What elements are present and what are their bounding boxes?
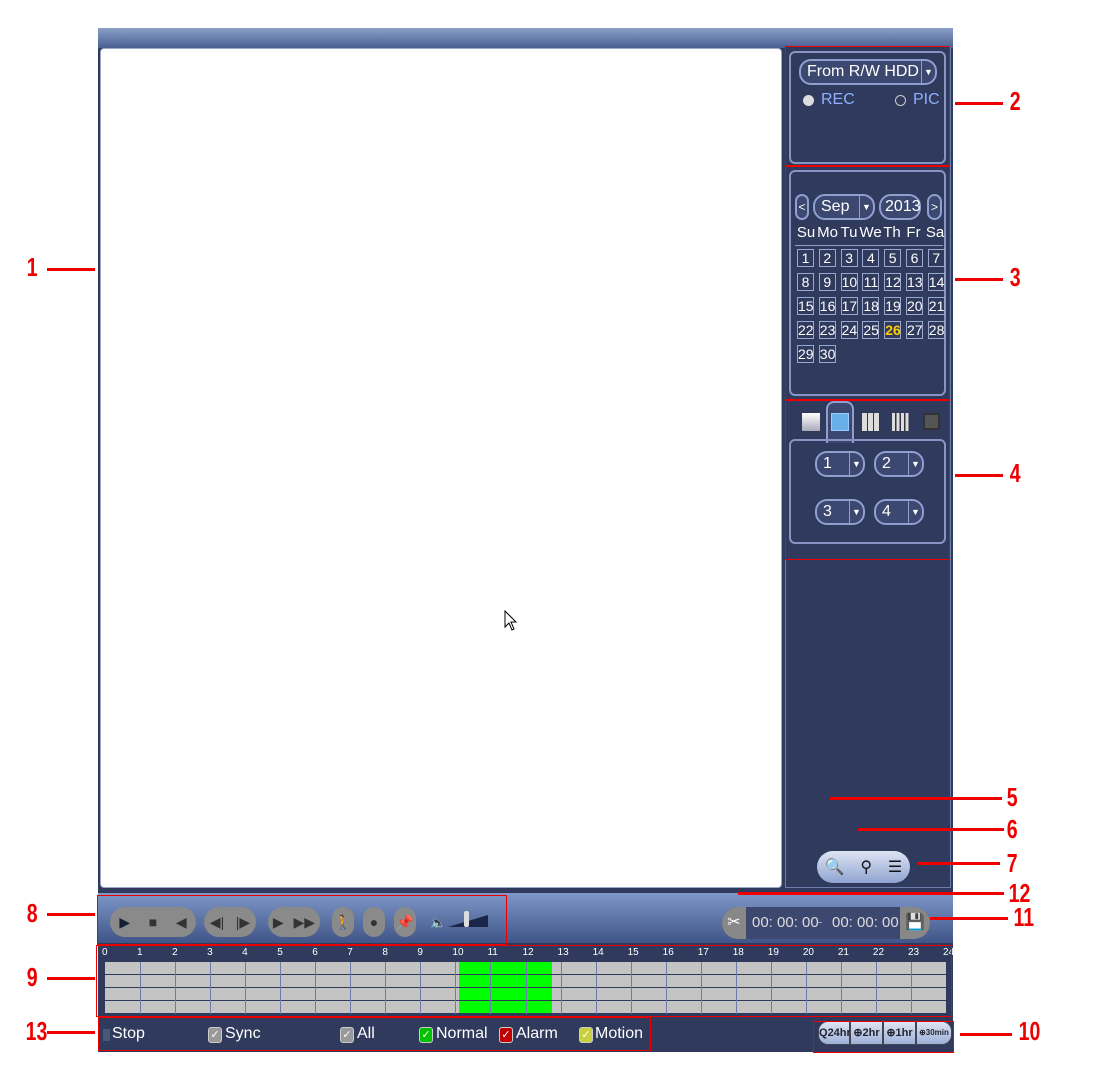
callout-line bbox=[47, 1031, 95, 1034]
smart-search-icon[interactable]: ⚲ bbox=[860, 857, 872, 877]
search-icon[interactable]: 🔍 bbox=[825, 857, 845, 877]
clip-icon[interactable]: ✂ bbox=[722, 907, 746, 939]
clip-end: 00: 00: 00 bbox=[832, 914, 899, 931]
callout-number: 7 bbox=[1006, 848, 1018, 878]
callout-number: 2 bbox=[1009, 86, 1021, 116]
callout-line bbox=[955, 474, 1003, 477]
highlight-13 bbox=[98, 1017, 651, 1051]
clip-start: 00: 00: 00 bbox=[752, 914, 819, 931]
callout-line bbox=[918, 862, 1000, 865]
callout-line bbox=[930, 917, 1008, 920]
callout-number: 4 bbox=[1009, 458, 1021, 488]
callout-number: 8 bbox=[26, 898, 38, 928]
highlight-3 bbox=[785, 166, 950, 400]
cursor-icon bbox=[504, 610, 518, 631]
clip-sep: - bbox=[818, 914, 823, 929]
file-list-icon[interactable]: ☰ bbox=[888, 857, 902, 877]
callout-number: 3 bbox=[1009, 262, 1021, 292]
callout-number: 13 bbox=[25, 1016, 48, 1046]
callout-number: 9 bbox=[26, 962, 38, 992]
callout-line bbox=[858, 828, 1004, 831]
highlight-9 bbox=[96, 945, 952, 1017]
callout-number: 5 bbox=[1006, 782, 1018, 812]
callout-line bbox=[47, 913, 95, 916]
highlight-8 bbox=[97, 895, 507, 945]
callout-line bbox=[955, 278, 1003, 281]
clip-bar: ✂ 00: 00: 00 - 00: 00: 00 💾 bbox=[722, 907, 930, 939]
callout-number: 10 bbox=[1018, 1016, 1041, 1046]
callout-line bbox=[47, 977, 95, 980]
callout-line bbox=[830, 797, 1002, 800]
callout-number: 12 bbox=[1008, 878, 1031, 908]
highlight-2 bbox=[785, 46, 950, 166]
callout-line bbox=[955, 102, 1003, 105]
title-bar bbox=[98, 28, 953, 48]
callout-number: 1 bbox=[26, 252, 38, 282]
video-area[interactable] bbox=[100, 48, 782, 888]
callout-number: 6 bbox=[1006, 814, 1018, 844]
highlight-10 bbox=[813, 1021, 954, 1053]
callout-line bbox=[738, 892, 1004, 895]
highlight-4 bbox=[785, 400, 950, 560]
callout-line bbox=[47, 268, 95, 271]
save-icon[interactable]: 💾 bbox=[900, 907, 930, 939]
callout-line bbox=[960, 1033, 1012, 1036]
